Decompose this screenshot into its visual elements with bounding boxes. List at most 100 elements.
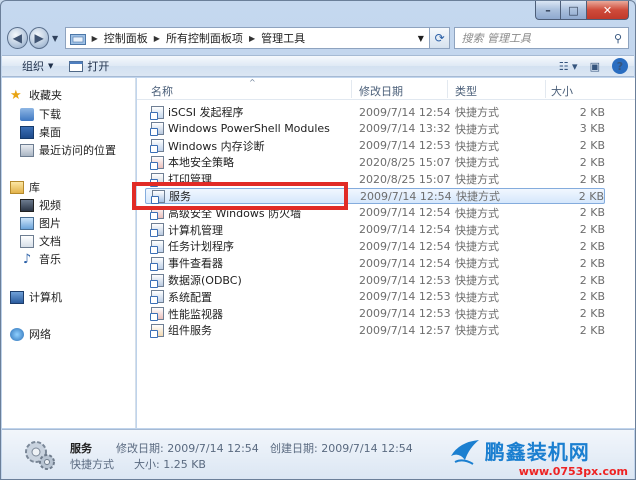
close-button[interactable]: ✕ <box>587 1 629 20</box>
file-row[interactable]: Windows 内存诊断 2009/7/14 12:53 快捷方式 2 KB <box>145 138 605 154</box>
shortcut-icon <box>150 273 164 288</box>
back-button[interactable]: ◀ <box>7 27 28 49</box>
nav-downloads-label: 下载 <box>39 108 61 121</box>
view-options-icon[interactable]: ☷ ▾ <box>559 60 578 73</box>
nav-pictures[interactable]: 图片 <box>20 215 61 231</box>
nav-recent[interactable]: 最近访问的位置 <box>20 142 116 158</box>
file-type: 快捷方式 <box>455 206 499 220</box>
nav-computer[interactable]: 计算机 <box>10 289 62 305</box>
help-icon[interactable]: ? <box>612 58 628 74</box>
file-size: 2 KB <box>579 323 605 337</box>
nav-network[interactable]: 网络 <box>10 326 51 342</box>
open-icon <box>69 60 84 72</box>
nav-documents[interactable]: 文档 <box>20 233 61 249</box>
search-icon[interactable]: ⚲ <box>608 32 628 45</box>
file-row[interactable]: 打印管理 2020/8/25 15:07 快捷方式 2 KB <box>145 171 605 187</box>
file-date: 2009/7/14 12:54 <box>359 223 451 237</box>
desktop-icon <box>20 125 34 139</box>
file-row[interactable]: Windows PowerShell Modules 2009/7/14 13:3… <box>145 121 605 137</box>
file-type: 快捷方式 <box>455 257 499 271</box>
recent-pages-dropdown[interactable]: ▼ <box>49 34 60 43</box>
file-row[interactable]: 计算机管理 2009/7/14 12:54 快捷方式 2 KB <box>145 222 605 238</box>
forward-button[interactable]: ▶ <box>28 27 50 49</box>
file-name-cell: 本地安全策略 <box>150 154 234 170</box>
file-name-cell: 数据源(ODBC) <box>150 272 242 288</box>
maximize-button[interactable]: □ <box>561 1 587 20</box>
file-date: 2009/7/14 13:32 <box>359 122 451 136</box>
file-type: 快捷方式 <box>455 156 499 170</box>
file-date: 2009/7/14 12:54 <box>359 256 451 270</box>
nav-videos[interactable]: 视频 <box>20 197 61 213</box>
file-size: 2 KB <box>579 290 605 304</box>
nav-music[interactable]: ♪ 音乐 <box>20 251 61 267</box>
shortcut-icon <box>150 290 164 305</box>
shortcut-icon <box>150 105 164 120</box>
column-header-row: ^ 名称 修改日期 类型 大小 <box>137 78 635 100</box>
column-type[interactable]: 类型 <box>455 83 477 99</box>
file-row[interactable]: 性能监视器 2009/7/14 12:53 快捷方式 2 KB <box>145 306 605 322</box>
organize-menu[interactable]: 组织 ▼ <box>22 58 53 74</box>
file-date: 2009/7/14 12:54 <box>360 189 452 203</box>
address-row: ◀ ▶ ▼ ▶ 控制面板 ▶ 所有控制面板项 ▶ 管理工具 ▼ ⟳ 搜索 管理工… <box>7 25 629 51</box>
column-date[interactable]: 修改日期 <box>359 83 403 99</box>
file-size: 2 KB <box>579 105 605 119</box>
file-row[interactable]: 服务 2009/7/14 12:54 快捷方式 2 KB <box>145 188 605 204</box>
shortcut-icon <box>151 189 165 204</box>
nav-documents-label: 文档 <box>39 235 61 248</box>
breadcrumb-separator: ▶ <box>91 33 98 43</box>
refresh-button[interactable]: ⟳ <box>429 27 451 49</box>
details-file-type: 快捷方式 <box>70 458 114 471</box>
file-size: 2 KB <box>578 189 604 203</box>
address-bar[interactable]: ▶ 控制面板 ▶ 所有控制面板项 ▶ 管理工具 ▼ <box>64 27 430 49</box>
minimize-button[interactable]: – <box>535 1 561 20</box>
column-divider[interactable] <box>545 80 546 98</box>
shortcut-icon <box>150 307 164 322</box>
music-icon: ♪ <box>22 251 32 267</box>
file-name: Windows PowerShell Modules <box>168 122 330 136</box>
column-name[interactable]: 名称 <box>151 83 173 99</box>
column-divider[interactable] <box>351 80 352 98</box>
file-name: 性能监视器 <box>168 307 223 321</box>
breadcrumb-admin-tools[interactable]: 管理工具 <box>261 30 305 46</box>
file-date: 2009/7/14 12:57 <box>359 323 451 337</box>
file-row[interactable]: 组件服务 2009/7/14 12:57 快捷方式 2 KB <box>145 322 605 338</box>
breadcrumb-separator[interactable]: ▶ <box>249 34 255 43</box>
nav-desktop[interactable]: 桌面 <box>20 124 61 140</box>
nav-libraries-label: 库 <box>29 181 40 194</box>
open-button[interactable]: 打开 <box>69 58 109 74</box>
column-divider[interactable] <box>447 80 448 98</box>
file-row[interactable]: 系统配置 2009/7/14 12:53 快捷方式 2 KB <box>145 289 605 305</box>
file-name: 组件服务 <box>168 324 212 338</box>
preview-pane-icon[interactable]: ▣ <box>590 60 600 73</box>
file-name-cell: 事件查看器 <box>150 255 223 271</box>
open-label: 打开 <box>87 60 110 73</box>
file-name: 事件查看器 <box>168 257 223 271</box>
nav-desktop-label: 桌面 <box>39 126 61 139</box>
explorer-window: – □ ✕ ◀ ▶ ▼ ▶ 控制面板 ▶ 所有控制面板项 ▶ 管理工具 ▼ ⟳ … <box>0 0 636 480</box>
breadcrumb-control-panel[interactable]: 控制面板 <box>104 30 148 46</box>
nav-libraries[interactable]: 库 <box>10 179 40 195</box>
details-file-name: 服务 <box>70 442 92 455</box>
nav-downloads[interactable]: 下载 <box>20 106 61 122</box>
watermark-title: 鹏鑫装机网 <box>484 440 590 464</box>
shortcut-icon <box>150 139 164 154</box>
breadcrumb-all-items[interactable]: 所有控制面板项 <box>166 30 243 46</box>
file-row[interactable]: 本地安全策略 2020/8/25 15:07 快捷方式 2 KB <box>145 154 605 170</box>
file-row[interactable]: iSCSI 发起程序 2009/7/14 12:54 快捷方式 2 KB <box>145 104 605 120</box>
pictures-icon <box>20 216 34 230</box>
file-date: 2020/8/25 15:07 <box>359 172 451 186</box>
details-modified: 修改日期: 2009/7/14 12:54 <box>116 442 259 455</box>
nav-favorites[interactable]: ★ 收藏夹 <box>10 87 62 103</box>
file-row[interactable]: 事件查看器 2009/7/14 12:54 快捷方式 2 KB <box>145 255 605 271</box>
address-dropdown-icon[interactable]: ▼ <box>413 34 429 43</box>
search-input[interactable]: 搜索 管理工具 ⚲ <box>454 27 629 49</box>
column-size[interactable]: 大小 <box>551 83 573 99</box>
breadcrumb-separator[interactable]: ▶ <box>154 34 160 43</box>
shortcut-icon <box>150 323 164 338</box>
file-row[interactable]: 高级安全 Windows 防火墙 2009/7/14 12:54 快捷方式 2 KB <box>145 205 605 221</box>
file-name-cell: 服务 <box>151 188 191 204</box>
shortcut-icon <box>150 122 164 137</box>
file-row[interactable]: 数据源(ODBC) 2009/7/14 12:53 快捷方式 2 KB <box>145 272 605 288</box>
file-name-cell: iSCSI 发起程序 <box>150 104 243 120</box>
file-row[interactable]: 任务计划程序 2009/7/14 12:54 快捷方式 2 KB <box>145 238 605 254</box>
